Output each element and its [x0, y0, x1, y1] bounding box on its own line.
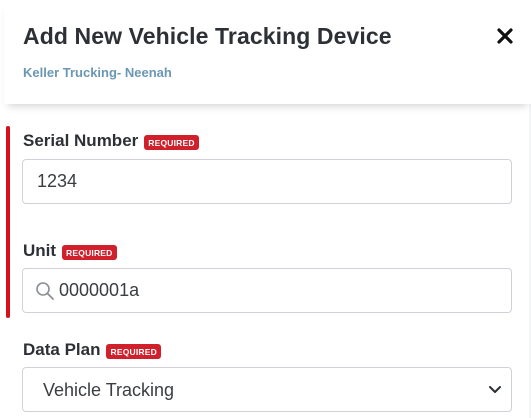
data-plan-label-text: Data Plan [23, 340, 101, 359]
serial-number-label-text: Serial Number [23, 131, 139, 150]
search-icon [36, 282, 54, 300]
data-plan-label: Data Plan REQUIRED [23, 340, 161, 360]
unit-search-input[interactable] [59, 269, 499, 312]
serial-number-input[interactable] [22, 159, 512, 204]
unit-label-text: Unit [23, 241, 57, 260]
chevron-down-icon [489, 386, 501, 393]
close-icon [497, 28, 513, 44]
serial-number-label: Serial Number REQUIRED [23, 131, 199, 151]
unit-label: Unit REQUIRED [23, 241, 117, 261]
validation-indicator [6, 126, 10, 318]
required-badge: REQUIRED [62, 244, 117, 260]
modal-subtitle: Keller Trucking- Neenah [23, 65, 172, 80]
required-badge: REQUIRED [106, 343, 161, 359]
modal-title: Add New Vehicle Tracking Device [23, 23, 392, 49]
modal-header: Add New Vehicle Tracking Device Keller T… [4, 0, 531, 104]
unit-search-field[interactable] [22, 268, 512, 313]
close-button[interactable] [493, 24, 517, 48]
required-badge: REQUIRED [144, 134, 199, 150]
data-plan-selected-value: Vehicle Tracking [43, 380, 175, 400]
data-plan-select[interactable]: Vehicle Tracking [22, 367, 512, 412]
